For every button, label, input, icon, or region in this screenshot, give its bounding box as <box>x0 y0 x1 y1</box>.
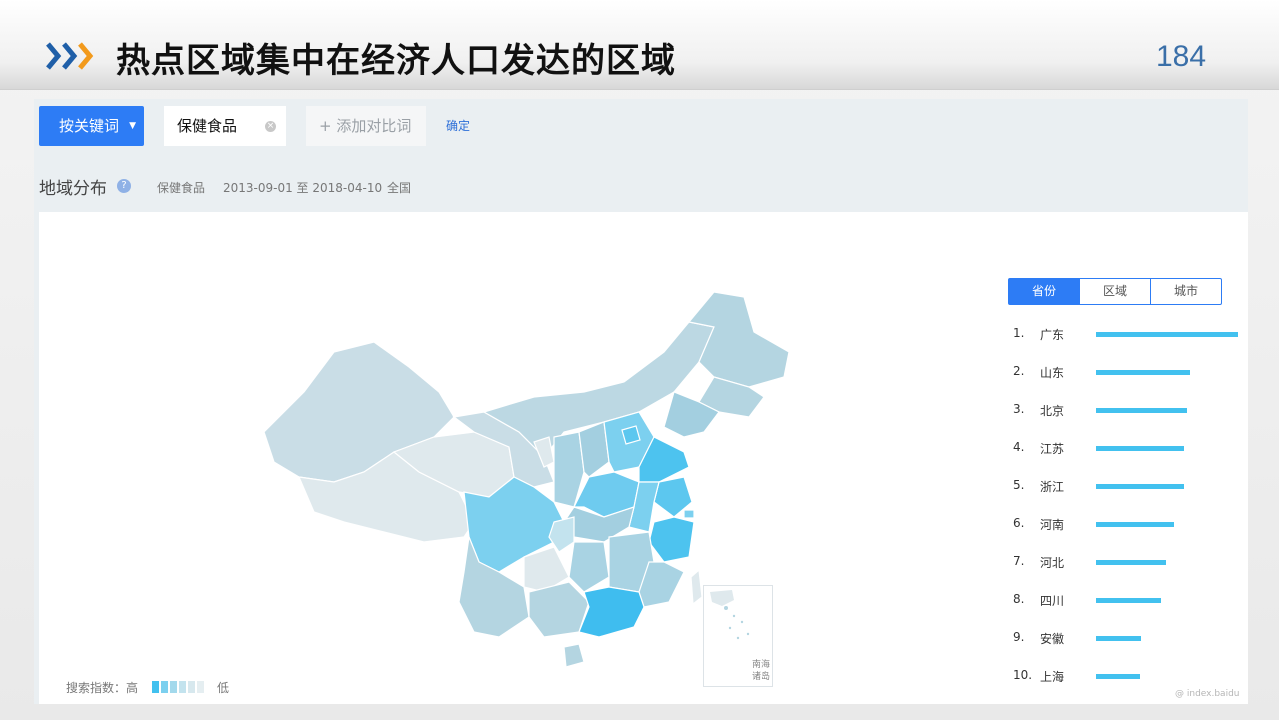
rank-province-name: 浙江 <box>1040 480 1065 494</box>
rank-province-name: 上海 <box>1040 670 1065 684</box>
rank-bar <box>1096 446 1185 451</box>
keyword-mode-button[interactable]: 按关键词 ▼ <box>39 106 144 146</box>
rank-bar <box>1096 674 1141 679</box>
rank-number: 7. <box>1013 554 1025 568</box>
legend-swatch <box>197 681 204 693</box>
keyword-chip[interactable]: 保健食品 × <box>164 106 286 146</box>
tab-province[interactable]: 省份 <box>1009 279 1079 304</box>
section-title: 地域分布 <box>39 179 107 199</box>
rank-number: 5. <box>1013 478 1025 492</box>
rank-province-name: 广东 <box>1040 328 1065 342</box>
legend-swatch <box>170 681 177 693</box>
rank-number: 6. <box>1013 516 1025 530</box>
rank-province-name: 北京 <box>1040 404 1065 418</box>
meta-scope[interactable]: 全国 <box>387 179 411 196</box>
rank-province-name: 安徽 <box>1040 632 1065 646</box>
rank-bar <box>1096 560 1166 565</box>
legend-swatches <box>152 681 204 693</box>
legend-swatch <box>161 681 168 693</box>
map-area: 南海 诸岛 搜索指数：高 低 省份 区域 城市 1. 广东 2. 山东 3. 北京 4. 江苏… <box>39 212 1248 704</box>
south-china-sea-label-line1: 南海 <box>752 660 771 670</box>
content-panel: 按关键词 ▼ 保健食品 × + 添加对比词 确定 地域分布 ? 保健食品 201… <box>34 99 1248 704</box>
meta-keyword: 保健食品 <box>157 181 206 195</box>
caret-down-icon: ▼ <box>129 121 136 131</box>
legend-swatch <box>152 681 159 693</box>
region-guangdong <box>578 586 645 638</box>
rank-number: 2. <box>1013 364 1025 378</box>
rank-bar <box>1096 408 1187 413</box>
slide-title: 热点区域集中在经济人口发达的区域 <box>116 41 676 81</box>
watermark: @ index.baidu <box>1175 689 1240 699</box>
rank-bar <box>1096 370 1190 375</box>
chevrons-icon <box>46 42 94 70</box>
south-china-sea-islands-icon <box>710 590 750 640</box>
region-beijing <box>621 425 641 445</box>
legend-low-label: 低 <box>217 681 230 695</box>
legend-swatch <box>179 681 186 693</box>
region-zhejiang <box>648 516 695 563</box>
tab-city[interactable]: 城市 <box>1150 279 1221 304</box>
region-level-tabs: 省份 区域 城市 <box>1008 278 1222 305</box>
rank-bar <box>1096 332 1238 337</box>
rank-bar <box>1096 522 1175 527</box>
page-number: 184 <box>1156 40 1207 73</box>
rank-province-name: 江苏 <box>1040 442 1065 456</box>
region-hunan <box>568 541 610 593</box>
south-china-sea-label: 南海 诸岛 <box>752 659 770 683</box>
legend-high-label: 搜索指数：高 <box>66 681 139 695</box>
legend-swatch <box>188 681 195 693</box>
help-icon[interactable]: ? <box>117 179 131 193</box>
slide-header: 热点区域集中在经济人口发达的区域 184 <box>0 0 1279 90</box>
rank-number: 4. <box>1013 440 1025 454</box>
rank-number: 8. <box>1013 592 1025 606</box>
confirm-button[interactable]: 确定 <box>446 106 470 146</box>
rank-province-name: 山东 <box>1040 366 1065 380</box>
tab-region[interactable]: 区域 <box>1079 279 1150 304</box>
rank-number: 3. <box>1013 402 1025 416</box>
rank-number: 10. <box>1013 668 1033 682</box>
rank-bar <box>1096 598 1162 603</box>
rank-province-name: 四川 <box>1040 594 1065 608</box>
meta-date-range[interactable]: 2013-09-01 至 2018-04-10 <box>223 179 382 196</box>
rank-province-name: 河南 <box>1040 518 1065 532</box>
remove-keyword-icon[interactable]: × <box>265 121 276 132</box>
rank-bar <box>1096 484 1185 489</box>
keyword-chip-label: 保健食品 <box>177 117 238 135</box>
region-shanghai <box>683 509 695 519</box>
keyword-mode-label: 按关键词 <box>59 117 120 135</box>
rank-bar <box>1096 636 1142 641</box>
rank-number: 9. <box>1013 630 1025 644</box>
region-hainan <box>563 643 585 668</box>
south-china-sea-label-line2: 诸岛 <box>752 672 771 682</box>
region-taiwan <box>690 568 703 606</box>
rank-number: 1. <box>1013 326 1025 340</box>
add-compare-button[interactable]: + 添加对比词 <box>306 106 426 146</box>
rank-province-name: 河北 <box>1040 556 1065 570</box>
